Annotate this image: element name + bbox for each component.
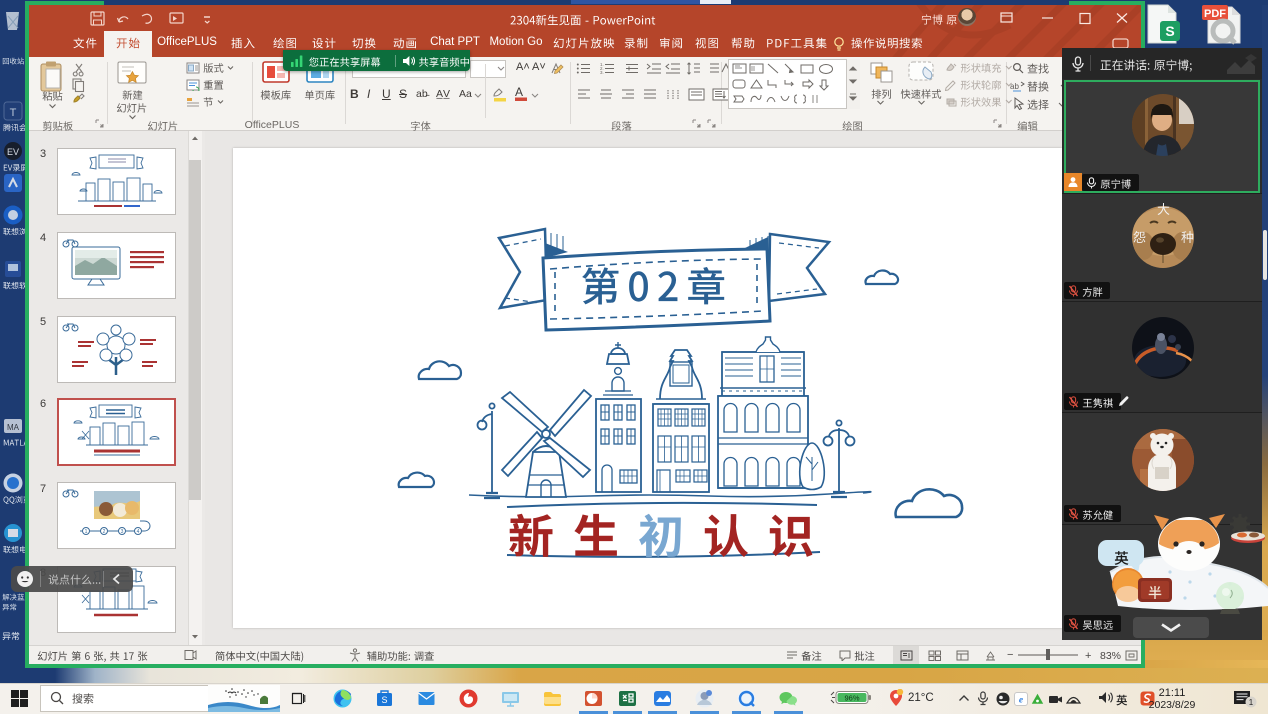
svg-text:96%: 96%	[844, 694, 859, 703]
svg-text:MA: MA	[7, 423, 20, 432]
svg-text:S: S	[381, 695, 387, 705]
svg-text:4: 4	[137, 529, 140, 535]
svg-text:EV: EV	[7, 147, 19, 157]
svg-text:ab: ab	[1010, 82, 1019, 91]
svg-text:PDF: PDF	[1204, 8, 1226, 20]
svg-text:1: 1	[1249, 698, 1254, 707]
svg-text:3.: 3.	[600, 70, 604, 75]
svg-text:2: 2	[103, 529, 106, 535]
svg-text:3: 3	[121, 529, 124, 535]
svg-text:T: T	[10, 107, 17, 119]
svg-text:1: 1	[85, 529, 88, 535]
svg-text:A: A	[515, 85, 523, 99]
svg-text:S: S	[1165, 23, 1174, 39]
